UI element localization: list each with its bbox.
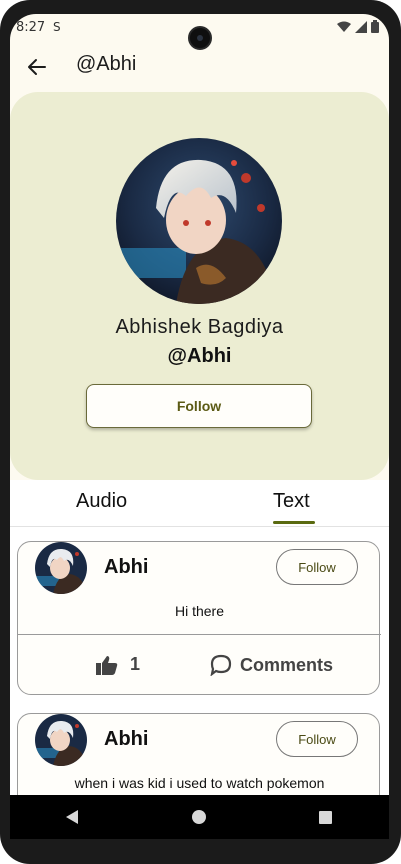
post-follow-button[interactable]: Follow: [276, 549, 358, 585]
post-avatar: [35, 542, 87, 594]
status-icons: [337, 20, 379, 33]
triangle-back-icon: [66, 810, 79, 824]
nav-home-button[interactable]: [179, 802, 219, 832]
post-author[interactable]: Abhi: [104, 556, 148, 579]
profile-handle: @Abhi: [167, 345, 232, 367]
nav-recents-button[interactable]: [306, 802, 346, 832]
post-card: Abhi Follow Hi there 1 Comments: [17, 541, 381, 695]
follow-button[interactable]: Follow: [86, 384, 312, 428]
phone-frame: 8:27 S @Abhi Abhishek Bagdiya @Abhi Foll…: [0, 0, 401, 864]
post-text: Hi there: [174, 603, 225, 619]
front-camera: [188, 26, 212, 50]
tab-indicator: [273, 521, 315, 524]
page-title: @Abhi: [76, 53, 137, 75]
profile-avatar: [116, 138, 282, 304]
app-screen: 8:27 S @Abhi Abhishek Bagdiya @Abhi Foll…: [10, 14, 389, 795]
like-count: 1: [130, 654, 141, 674]
battery-icon: [371, 20, 379, 33]
arrow-left-icon: [28, 59, 46, 75]
status-notification-icon: S: [53, 20, 61, 34]
nav-back-button[interactable]: [53, 802, 93, 832]
comments-button[interactable]: Comments: [210, 654, 333, 676]
post-feed: Abhi Follow Hi there 1 Comments Abhi Fol…: [10, 527, 389, 795]
square-recents-icon: [319, 810, 333, 824]
profile-full-name: Abhishek Bagdiya: [115, 316, 284, 338]
like-button[interactable]: 1: [96, 654, 140, 675]
post-card: Abhi Follow when i was kid i used to wat…: [17, 713, 380, 795]
comment-icon: [210, 654, 232, 676]
signal-icon: [355, 20, 367, 33]
post-divider: [18, 634, 381, 635]
post-avatar: [35, 714, 87, 766]
system-nav-bar: [10, 795, 389, 839]
post-author[interactable]: Abhi: [104, 728, 148, 751]
status-time: 8:27: [16, 20, 46, 35]
comments-label: Comments: [240, 654, 334, 675]
post-text: when i was kid i used to watch pokemon: [74, 775, 325, 791]
tab-text[interactable]: Text: [273, 490, 310, 513]
post-follow-button[interactable]: Follow: [276, 721, 358, 757]
wifi-icon: [337, 21, 351, 32]
content-tabs: Audio Text: [10, 480, 389, 527]
circle-home-icon: [192, 810, 207, 824]
thumbs-up-icon: [96, 655, 118, 675]
back-button[interactable]: [24, 54, 50, 80]
tab-audio[interactable]: Audio: [76, 490, 127, 513]
profile-card: Abhishek Bagdiya @Abhi Follow: [10, 92, 389, 480]
